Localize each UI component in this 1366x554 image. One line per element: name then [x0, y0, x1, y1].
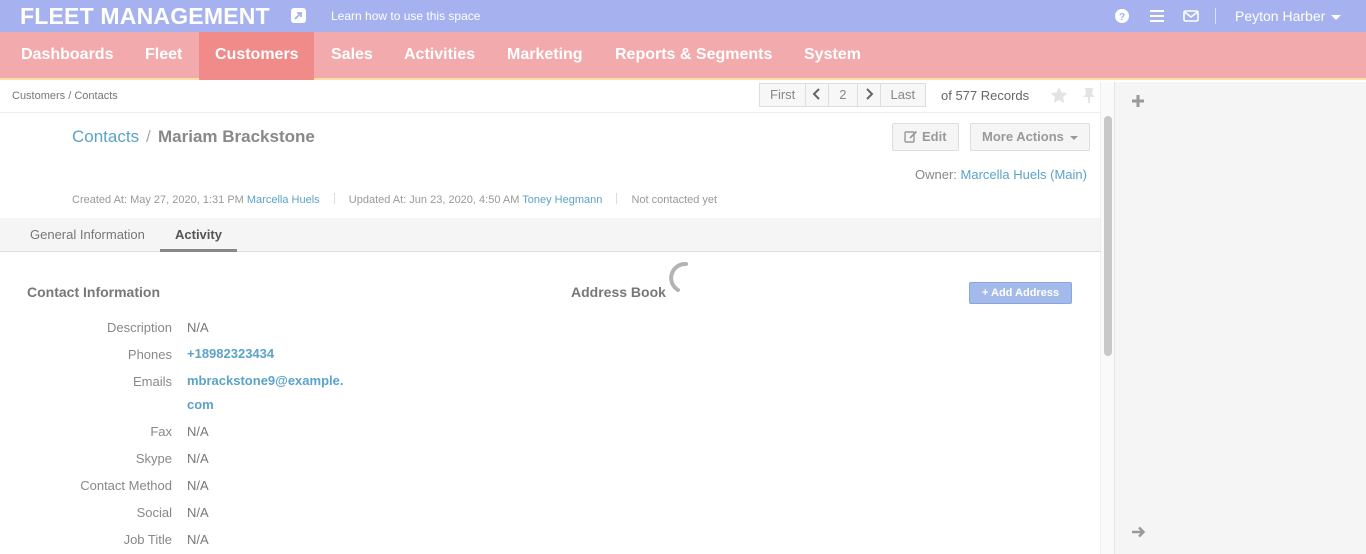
field-value: N/A: [187, 451, 209, 466]
meta-divider: [333, 193, 335, 204]
field-label: Job Title: [123, 532, 172, 547]
envelope-icon[interactable]: [1183, 8, 1199, 24]
add-address-button[interactable]: + Add Address: [969, 282, 1072, 304]
page-title: Mariam Brackstone: [158, 127, 315, 146]
updated-by-link[interactable]: Toney Hegmann: [522, 194, 602, 206]
field-label: Contact Method: [80, 478, 172, 493]
right-sidebar: [1114, 82, 1366, 554]
field-value: N/A: [187, 505, 209, 520]
main-content: Customers / Contacts First 2 Last of 577…: [0, 82, 1100, 554]
tab-bar: General Information Activity: [0, 218, 1100, 252]
record-meta: Created At: May 27, 2020, 1:31 PM Marcel…: [72, 193, 717, 206]
pager-last-button[interactable]: Last: [879, 83, 927, 107]
more-actions-label: More Actions: [982, 129, 1064, 144]
scrollbar-thumb[interactable]: [1104, 116, 1112, 356]
owner-unit-link[interactable]: (Main): [1050, 167, 1087, 182]
pager-prev-button[interactable]: [805, 83, 830, 107]
meta-divider: [616, 193, 618, 204]
learn-link[interactable]: Learn how to use this space: [331, 9, 480, 23]
edit-icon: [904, 130, 918, 143]
pager-next-button[interactable]: [856, 83, 881, 107]
owner-label: Owner:: [914, 167, 957, 182]
nav-item-activities[interactable]: Activities: [388, 32, 491, 80]
record-pager: First 2 Last: [759, 83, 927, 107]
nav-item-marketing[interactable]: Marketing: [491, 32, 599, 80]
help-icon[interactable]: ?: [1114, 8, 1130, 24]
pager-current-page[interactable]: 2: [828, 83, 858, 107]
created-at: Created At: May 27, 2020, 1:31 PM: [72, 194, 244, 206]
user-name: Peyton Harber: [1235, 8, 1326, 24]
brand-logo[interactable]: FLEET MANAGEMENT: [20, 3, 270, 30]
user-menu[interactable]: Peyton Harber: [1235, 8, 1342, 24]
created-by-link[interactable]: Marcella Huels: [247, 194, 320, 206]
plus-icon[interactable]: [1131, 94, 1145, 108]
contacted-status: Not contacted yet: [631, 194, 718, 206]
field-label: Fax: [150, 424, 172, 439]
nav-item-dashboards[interactable]: Dashboards: [5, 32, 129, 80]
external-link-icon[interactable]: [291, 8, 306, 23]
chevron-left-icon: [812, 88, 820, 100]
owner-unit: Main: [1054, 167, 1083, 182]
updated-at: Updated At: Jun 23, 2020, 4:50 AM: [348, 194, 520, 206]
field-label: Social: [136, 505, 172, 520]
field-label: Description: [106, 320, 172, 335]
loading-spinner-icon: [669, 262, 688, 292]
caret-down-icon: [1070, 135, 1079, 140]
field-label: Emails: [132, 374, 172, 389]
nav-item-fleet[interactable]: Fleet: [129, 32, 198, 80]
address-book-heading: Address Book: [571, 284, 666, 300]
pager-first-button[interactable]: First: [759, 83, 807, 107]
chevron-right-icon: [865, 88, 873, 100]
owner-name-link[interactable]: Marcella Huels: [961, 167, 1047, 182]
main-nav: Dashboards Fleet Customers Sales Activit…: [0, 32, 1366, 80]
field-value: N/A: [187, 478, 209, 493]
divider: [0, 112, 1100, 113]
owner-info: Owner: Marcella Huels (Main): [915, 167, 1087, 182]
star-icon[interactable]: [1049, 86, 1069, 104]
pin-icon[interactable]: [1082, 87, 1096, 103]
email-link[interactable]: mbrackstone9@example. com: [187, 369, 343, 417]
email-part: mbrackstone9@example.: [187, 373, 344, 388]
arrow-right-icon[interactable]: [1131, 525, 1146, 539]
field-label: Phones: [127, 347, 172, 362]
title-separator: /: [146, 127, 151, 146]
tab-activity[interactable]: Activity: [175, 227, 222, 242]
field-value: N/A: [187, 424, 209, 439]
contact-information-heading: Contact Information: [27, 284, 160, 300]
nav-item-reports-segments[interactable]: Reports & Segments: [599, 32, 788, 80]
top-header: FLEET MANAGEMENT Learn how to use this s…: [0, 0, 1366, 32]
nav-item-system[interactable]: System: [788, 32, 877, 80]
edit-button[interactable]: Edit: [892, 123, 959, 151]
chevron-down-icon: [1331, 14, 1342, 20]
header-divider: [1215, 8, 1216, 24]
svg-text:?: ?: [1119, 12, 1125, 23]
email-part: com: [187, 397, 214, 412]
edit-label: Edit: [922, 129, 947, 144]
title-section-link[interactable]: Contacts: [72, 127, 139, 147]
more-actions-button[interactable]: More Actions: [970, 123, 1091, 151]
active-tab-indicator: [160, 249, 237, 252]
phone-link[interactable]: +18982323434: [187, 342, 274, 366]
menu-list-icon[interactable]: [1149, 8, 1165, 24]
field-value: N/A: [187, 320, 209, 335]
scrollbar[interactable]: [1100, 82, 1114, 554]
records-count: of 577 Records: [941, 88, 1030, 103]
nav-item-customers[interactable]: Customers: [199, 32, 314, 80]
tab-general-information[interactable]: General Information: [30, 227, 145, 242]
field-label: Skype: [135, 451, 172, 466]
nav-item-sales[interactable]: Sales: [315, 32, 389, 80]
breadcrumb: Customers / Contacts: [12, 90, 118, 102]
field-value: N/A: [187, 532, 209, 547]
